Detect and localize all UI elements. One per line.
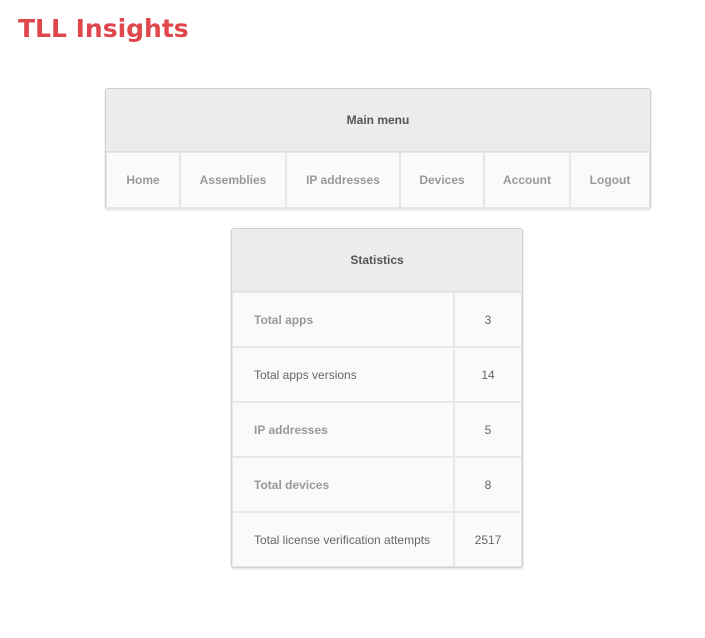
main-menu-nav: Home Assemblies IP addresses Devices Acc… (106, 152, 650, 209)
stat-row-total-devices: Total devices 8 (233, 458, 521, 511)
stat-value: 5 (455, 403, 521, 456)
stat-value: 8 (455, 458, 521, 511)
stat-row-ip-addresses: IP addresses 5 (233, 403, 521, 456)
menu-item-ip-addresses[interactable]: IP addresses (287, 153, 399, 207)
stat-label: Total license verification attempts (233, 513, 453, 566)
stat-row-total-apps-versions: Total apps versions 14 (233, 348, 521, 401)
menu-item-logout[interactable]: Logout (571, 153, 649, 207)
stat-label-link[interactable]: IP addresses (233, 403, 453, 456)
stat-value: 3 (455, 293, 521, 346)
app-logo-title[interactable]: TLL Insights (18, 14, 189, 43)
menu-item-account[interactable]: Account (485, 153, 569, 207)
menu-item-home[interactable]: Home (107, 153, 179, 207)
menu-item-devices[interactable]: Devices (401, 153, 483, 207)
stat-value: 14 (455, 348, 521, 401)
statistics-panel: Statistics Total apps 3 Total apps versi… (231, 228, 523, 568)
stat-label: Total apps versions (233, 348, 453, 401)
statistics-title: Statistics (232, 229, 522, 292)
stat-row-license-verification-attempts: Total license verification attempts 2517 (233, 513, 521, 566)
main-menu-panel: Main menu Home Assemblies IP addresses D… (105, 88, 651, 209)
stat-label-link[interactable]: Total devices (233, 458, 453, 511)
stat-label-link[interactable]: Total apps (233, 293, 453, 346)
stat-row-total-apps: Total apps 3 (233, 293, 521, 346)
main-menu-title: Main menu (106, 89, 650, 152)
stat-value: 2517 (455, 513, 521, 566)
menu-item-assemblies[interactable]: Assemblies (181, 153, 285, 207)
